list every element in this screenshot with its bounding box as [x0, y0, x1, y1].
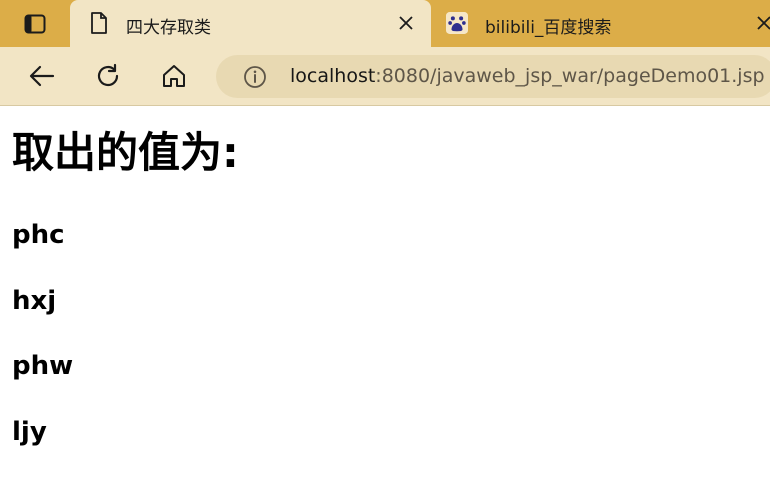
home-button[interactable]	[159, 61, 189, 91]
tab-title: bilibili_百度搜索	[485, 18, 612, 38]
page-content: 取出的值为: phc hxj phw ljy	[12, 108, 770, 488]
back-arrow-icon	[29, 65, 55, 87]
url-path: :8080/javaweb_jsp_war/pageDemo01.jsp	[375, 65, 765, 87]
tab-actions-button[interactable]	[14, 10, 56, 38]
reload-button[interactable]	[93, 61, 123, 91]
reload-icon	[97, 63, 119, 87]
document-icon	[88, 12, 110, 34]
site-info-icon[interactable]	[243, 65, 267, 89]
tab-inactive[interactable]: bilibili_百度搜索	[432, 0, 770, 47]
tab-actions-icon	[24, 14, 46, 34]
page-heading: 取出的值为:	[12, 128, 239, 177]
value-item: phc	[12, 220, 65, 250]
baidu-paw-icon	[446, 12, 468, 34]
back-button[interactable]	[27, 61, 57, 91]
url-host: localhost	[290, 65, 376, 87]
browser-toolbar: localhost:8080/javaweb_jsp_war/pageDemo0…	[0, 47, 770, 106]
value-item: hxj	[12, 286, 57, 316]
close-tab-icon[interactable]	[755, 14, 770, 32]
home-icon	[163, 65, 185, 87]
tab-title: 四大存取类	[126, 18, 211, 38]
value-item: phw	[12, 351, 74, 381]
close-tab-icon[interactable]	[397, 14, 415, 32]
address-bar[interactable]: localhost:8080/javaweb_jsp_war/pageDemo0…	[216, 55, 770, 98]
value-item: ljy	[12, 417, 47, 447]
tab-active[interactable]: 四大存取类	[70, 0, 431, 47]
tab-strip: 四大存取类 bilibili_百度搜索	[0, 0, 770, 47]
url-text[interactable]: localhost:8080/javaweb_jsp_war/pageDemo0…	[290, 65, 765, 87]
